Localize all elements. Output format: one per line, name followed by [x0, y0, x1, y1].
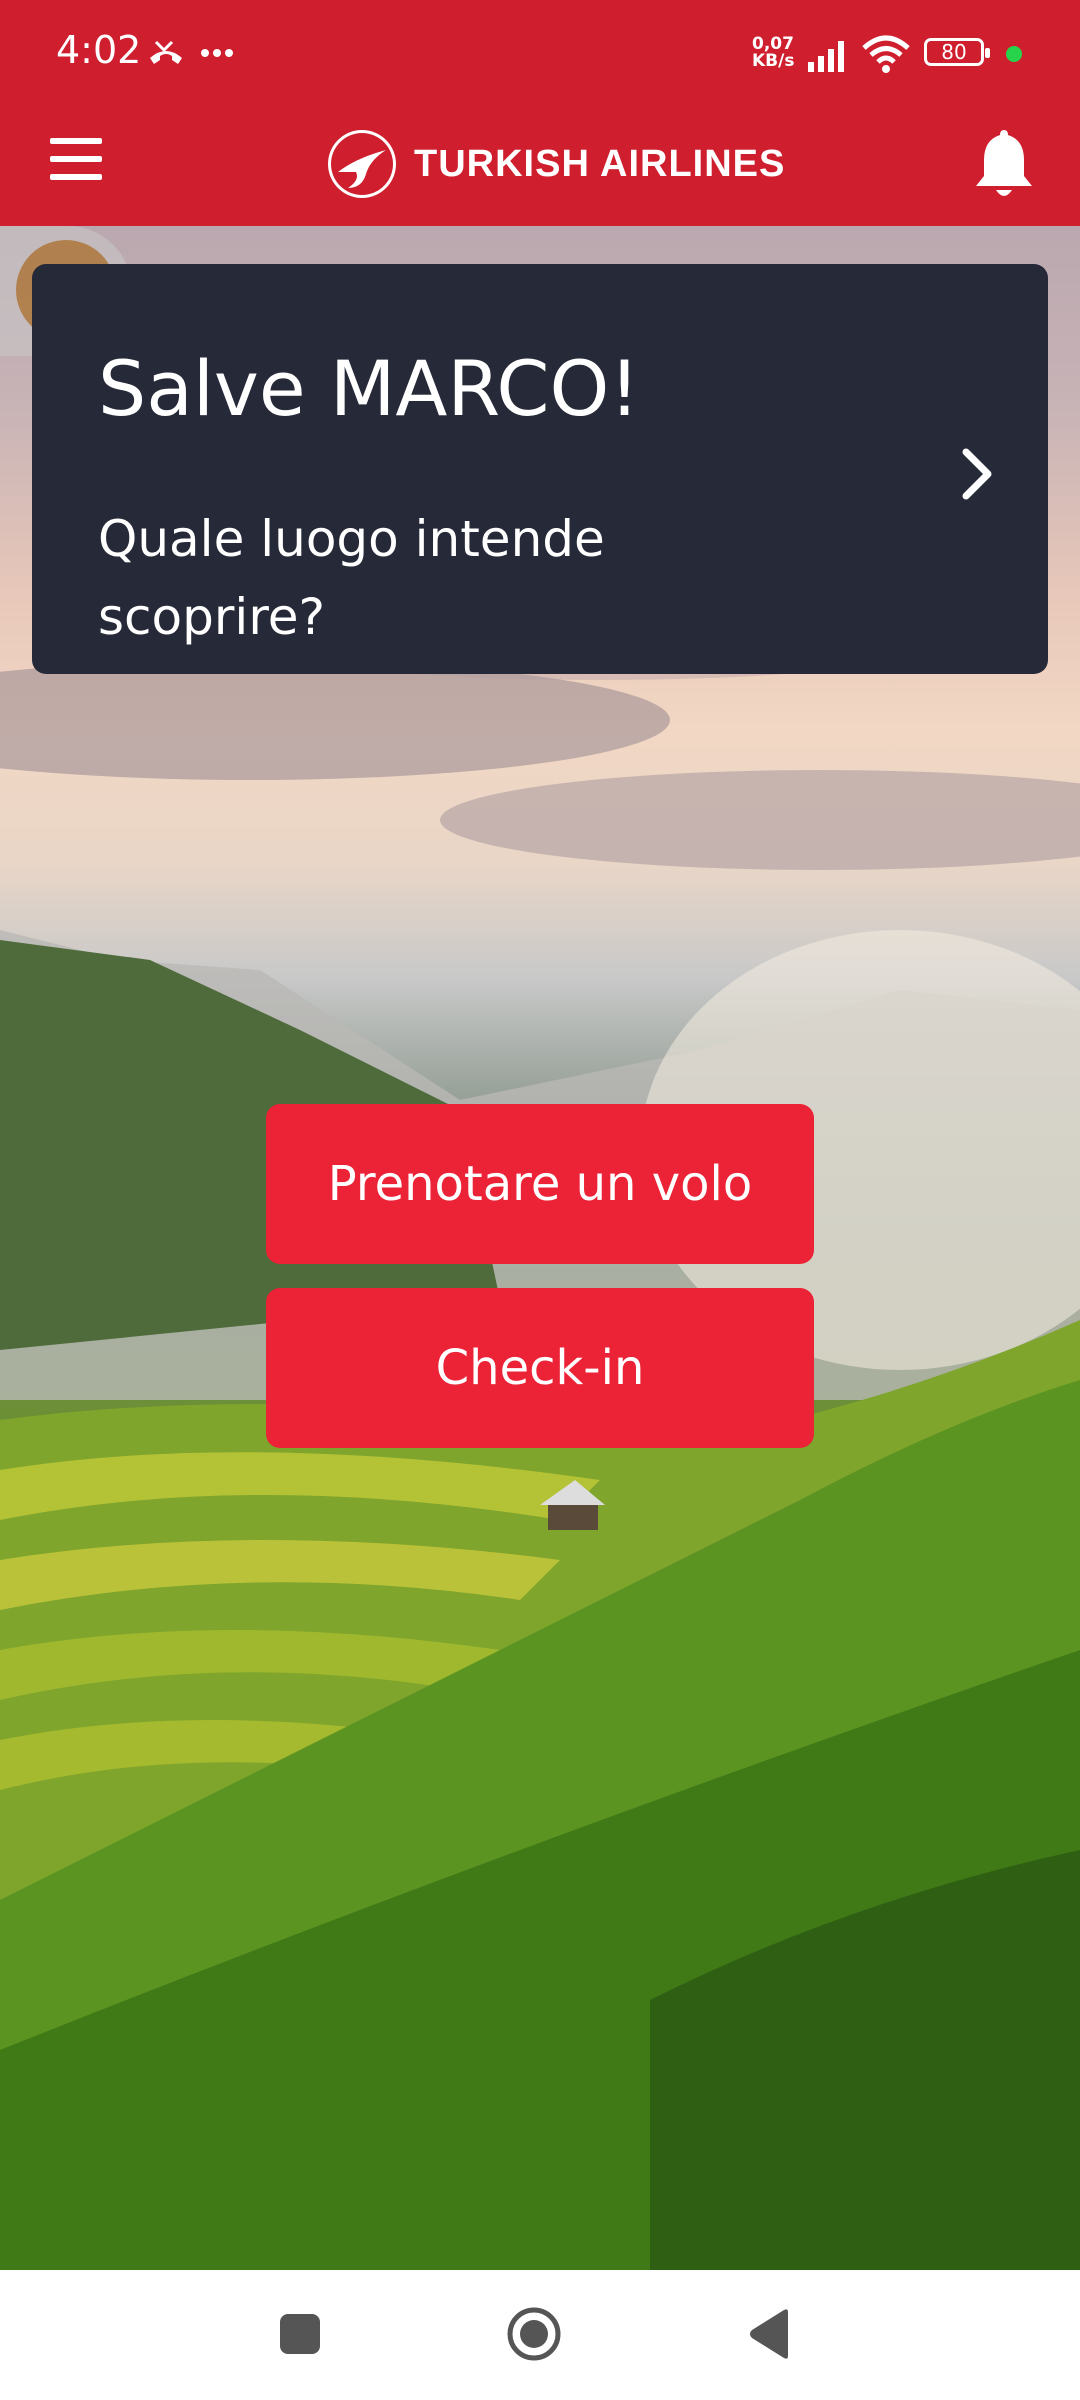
missed-call-icon [150, 40, 182, 64]
more-notifications-icon [201, 49, 233, 57]
privacy-indicator-dot [1006, 46, 1022, 62]
bell-icon[interactable] [972, 126, 1036, 202]
clock: 4:02 [56, 28, 142, 72]
brand-name: TURKISH AIRLINES [414, 142, 786, 185]
turkish-airlines-logo: TURKISH AIRLINES [326, 124, 785, 204]
network-speed: 0,07 KB/s [752, 36, 794, 70]
chevron-right-icon [962, 448, 992, 500]
greeting-title: Salve MARCO! [98, 344, 640, 433]
system-navigation-bar [0, 2270, 1080, 2400]
checkin-button[interactable]: Check-in [266, 1288, 814, 1448]
hamburger-menu-icon[interactable] [50, 138, 102, 188]
wifi-icon [862, 35, 910, 73]
signal-icon [808, 41, 844, 72]
app-header: TURKISH AIRLINES [0, 108, 1080, 226]
recent-apps-button[interactable] [280, 2314, 320, 2354]
crane-logo-icon [328, 130, 396, 198]
greeting-card[interactable]: Salve MARCO! Quale luogo intende scoprir… [32, 264, 1048, 674]
book-flight-button[interactable]: Prenotare un volo [266, 1104, 814, 1264]
network-speed-unit: KB/s [752, 51, 795, 71]
greeting-subtitle: Quale luogo intende scoprire? [98, 510, 605, 646]
status-bar: 4:02 0,07 KB/s 80 [0, 0, 1080, 108]
back-button[interactable] [746, 2308, 792, 2360]
home-button[interactable] [506, 2306, 562, 2362]
battery-indicator: 80 [924, 38, 990, 66]
app-screen: 4:02 0,07 KB/s 80 TURKISH AIRLINES Salve… [0, 0, 1080, 2400]
